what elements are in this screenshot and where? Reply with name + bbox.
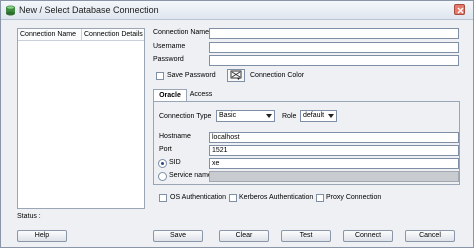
- title-bar[interactable]: New / Select Database Connection: [1, 1, 473, 20]
- close-button[interactable]: [454, 4, 465, 15]
- help-button[interactable]: Help: [17, 230, 67, 242]
- close-icon: [457, 7, 464, 14]
- kerberos-authentication-label: Kerberos Authentication: [239, 194, 314, 201]
- role-label: Role: [282, 113, 297, 120]
- proxy-connection-checkbox[interactable]: [316, 194, 324, 202]
- port-label: Port: [159, 146, 172, 153]
- sid-radio[interactable]: [158, 159, 167, 168]
- connection-type-label: Connection Type: [159, 113, 212, 120]
- username-input[interactable]: [209, 42, 459, 53]
- password-label: Password: [153, 56, 184, 63]
- service-name-label: Service name: [169, 172, 212, 179]
- connections-list[interactable]: Connection Name Connection Details: [17, 28, 145, 209]
- hostname-input[interactable]: localhost: [209, 132, 459, 143]
- list-header: Connection Name Connection Details: [18, 29, 144, 41]
- sid-label: SID: [169, 159, 181, 166]
- color-picker-icon: [230, 70, 242, 80]
- connection-name-label: Connection Name: [153, 29, 210, 36]
- clear-button[interactable]: Clear: [219, 230, 269, 242]
- save-button[interactable]: Save: [153, 230, 203, 242]
- chevron-down-icon: [266, 114, 272, 118]
- os-authentication-checkbox[interactable]: [159, 194, 167, 202]
- chevron-down-icon: [328, 114, 334, 118]
- save-password-checkbox[interactable]: [156, 72, 164, 80]
- connect-button[interactable]: Connect: [343, 230, 393, 242]
- kerberos-authentication-checkbox[interactable]: [229, 194, 237, 202]
- column-divider: [81, 29, 82, 41]
- database-connection-icon: [6, 5, 15, 16]
- dialog-window: New / Select Database Connection Connect…: [0, 0, 474, 248]
- username-label: Username: [153, 43, 186, 50]
- proxy-connection-label: Proxy Connection: [326, 194, 382, 201]
- service-name-input[interactable]: [209, 171, 459, 182]
- connection-type-select[interactable]: Basic: [216, 110, 275, 122]
- cancel-button[interactable]: Cancel: [405, 230, 455, 242]
- port-input[interactable]: 1521: [209, 145, 459, 156]
- window-title: New / Select Database Connection: [19, 5, 159, 15]
- connection-color-button[interactable]: [227, 69, 245, 82]
- role-select[interactable]: default: [300, 110, 337, 122]
- sid-input[interactable]: xe: [209, 158, 459, 169]
- connection-name-input[interactable]: [209, 28, 459, 39]
- os-authentication-label: OS Authentication: [170, 194, 227, 201]
- column-header-connection-name[interactable]: Connection Name: [20, 31, 76, 38]
- service-name-radio[interactable]: [158, 172, 167, 181]
- test-button[interactable]: Test: [281, 230, 331, 242]
- save-password-label: Save Password: [167, 72, 216, 79]
- hostname-label: Hostname: [159, 133, 191, 140]
- connection-color-label: Connection Color: [250, 72, 305, 79]
- password-input[interactable]: [209, 55, 459, 66]
- status-label: Status :: [17, 213, 41, 220]
- column-header-connection-details[interactable]: Connection Details: [84, 31, 143, 38]
